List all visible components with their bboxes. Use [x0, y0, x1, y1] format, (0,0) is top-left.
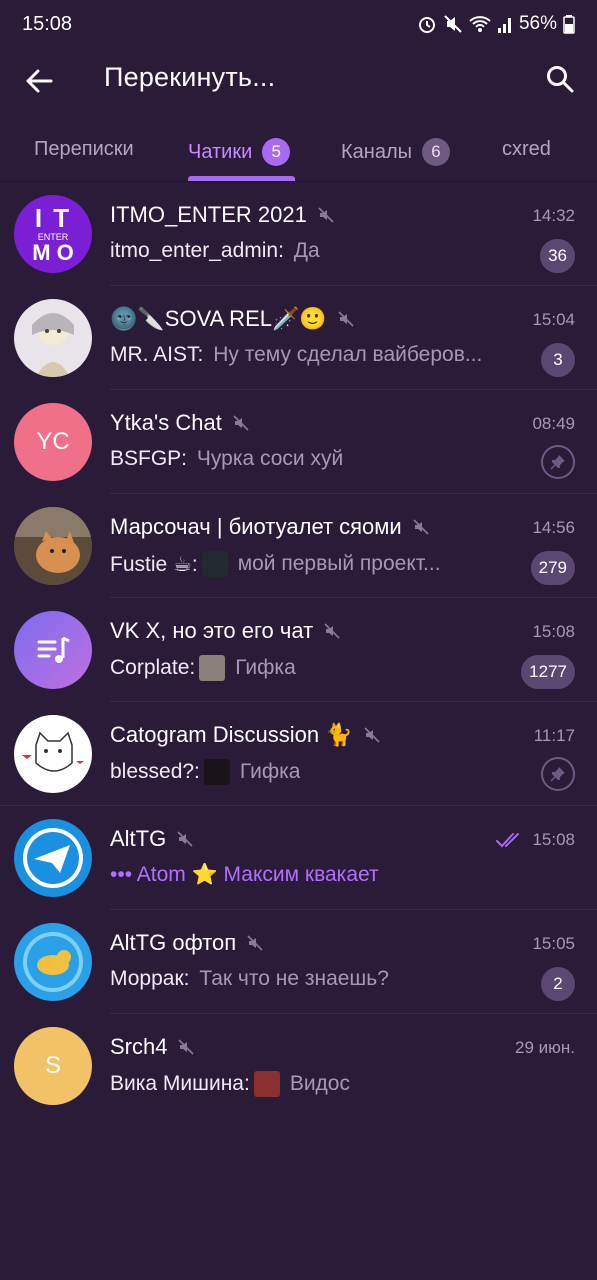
chat-row[interactable]: S Srch4 29 июн. Вика Мишина: Видос: [0, 1014, 597, 1118]
typing-status: ••• Atom ⭐ Максим квакает: [110, 863, 379, 886]
chat-row[interactable]: 🌚🔪SOVA REL🗡️🙂 15:04 MR. AIST: Ну тему сд…: [0, 286, 597, 390]
unread-badge: 2: [541, 967, 575, 1001]
chat-time: 15:08: [532, 622, 575, 641]
avatar: [14, 923, 92, 1001]
tab-groups[interactable]: Чатики 5: [188, 138, 291, 166]
music-note-icon: [37, 636, 70, 663]
unread-badge: 36: [540, 239, 575, 273]
chat-row[interactable]: AltTG офтоп 15:05 Моррак: Так что не зна…: [0, 910, 597, 1014]
muted-icon: [364, 727, 380, 743]
chat-name: Марсочач | биотуалет сяоми: [110, 514, 430, 540]
chat-last-message: Вика Мишина: Видос: [110, 1071, 350, 1097]
muted-icon: [178, 1039, 195, 1055]
avatar: I T ENTER M O: [14, 195, 92, 273]
chat-name: Catogram Discussion 🐈: [110, 722, 381, 748]
tab-label: cxred: [502, 138, 551, 160]
unread-badge: 3: [541, 343, 575, 377]
unread-badge: 1277: [521, 655, 575, 689]
status-bar: 15:08 56%: [0, 0, 597, 48]
media-thumbnail: [203, 759, 230, 785]
chat-time: 15:04: [532, 310, 575, 329]
muted-icon: [324, 623, 340, 639]
chat-last-message: Fustie ☕: мой первый проект...: [110, 551, 441, 577]
chat-row[interactable]: AltTG 15:08 ••• Atom ⭐ Максим квакает: [0, 806, 597, 910]
chat-last-message: blessed?: Гифка: [110, 759, 301, 785]
chat-name: 🌚🔪SOVA REL🗡️🙂: [110, 306, 355, 332]
muted-icon: [318, 207, 334, 223]
chat-time: 29 июн.: [515, 1038, 575, 1057]
media-thumbnail: [199, 655, 226, 681]
avatar: YC: [14, 403, 92, 481]
chat-row[interactable]: VK X, но это его чат 15:08 Corplate: Гиф…: [0, 598, 597, 702]
status-time: 15:08: [22, 12, 73, 35]
pin-icon: [541, 445, 575, 479]
chat-last-message: Corplate: Гифка: [110, 655, 296, 681]
chat-time: 15:08: [496, 830, 575, 850]
avatar: [14, 611, 92, 689]
media-thumbnail: [201, 551, 228, 577]
double-check-icon: [496, 833, 520, 848]
chat-name: AltTG офтоп: [110, 930, 264, 956]
avatar: [14, 819, 92, 897]
muted-icon: [338, 311, 354, 327]
chat-row[interactable]: Марсочач | биотуалет сяоми 14:56 Fustie …: [0, 494, 597, 598]
tab-count-badge: 5: [262, 138, 291, 166]
signal-icon: [497, 18, 511, 33]
folder-tabs: Переписки Чатики 5 Каналы 6 cxred: [0, 122, 597, 180]
chat-row[interactable]: Catogram Discussion 🐈 11:17 blessed?: Ги…: [0, 702, 597, 806]
chat-time: 14:32: [532, 206, 575, 225]
avatar: [14, 507, 92, 585]
avatar: [14, 715, 92, 793]
chat-name: Srch4: [110, 1034, 195, 1060]
chat-last-message: ••• Atom ⭐ Максим квакает: [110, 863, 379, 887]
tab-chats[interactable]: Переписки: [34, 138, 134, 161]
tab-label: Чатики: [188, 140, 253, 163]
tab-label: Каналы: [341, 140, 412, 163]
back-arrow-icon[interactable]: [24, 66, 54, 96]
chat-time: 11:17: [533, 726, 575, 745]
app-bar: Перекинуть...: [0, 48, 597, 112]
mute-icon: [444, 15, 462, 33]
tab-channels[interactable]: Каналы 6: [341, 138, 450, 166]
chat-list: I T ENTER M O ITMO_ENTER 2021 14:32 itmo…: [0, 182, 597, 1118]
avatar: S: [14, 1027, 92, 1105]
alarm-icon: [418, 17, 435, 33]
tab-cxred[interactable]: cxred: [502, 138, 551, 161]
chat-time: 14:56: [532, 518, 575, 537]
chat-time: 15:05: [532, 934, 575, 953]
chat-row[interactable]: I T ENTER M O ITMO_ENTER 2021 14:32 itmo…: [0, 182, 597, 286]
tab-label: Переписки: [34, 138, 134, 160]
tab-count-badge: 6: [422, 138, 450, 166]
muted-icon: [233, 415, 249, 431]
chat-row[interactable]: YC Ytka's Chat 08:49 BSFGP: Чурка соси х…: [0, 390, 597, 494]
page-title: Перекинуть...: [104, 62, 276, 92]
pin-icon: [541, 757, 575, 791]
chat-last-message: itmo_enter_admin: Да: [110, 239, 320, 262]
unread-badge: 279: [530, 551, 575, 585]
battery-percent: 56%: [518, 13, 557, 34]
chat-name: Ytka's Chat: [110, 410, 250, 436]
avatar: [14, 299, 92, 377]
chat-time: 08:49: [532, 414, 575, 433]
muted-icon: [177, 831, 193, 847]
chat-name: VK X, но это его чат: [110, 618, 341, 644]
wifi-icon: [469, 16, 491, 32]
muted-icon: [413, 519, 429, 535]
chat-name: ITMO_ENTER 2021: [110, 202, 335, 228]
chat-last-message: Моррак: Так что не знаешь?: [110, 967, 389, 990]
video-thumbnail: [253, 1071, 280, 1097]
status-icons: 56%: [417, 13, 575, 35]
chat-name: AltTG: [110, 826, 194, 852]
search-icon[interactable]: [545, 64, 575, 94]
chat-last-message: BSFGP: Чурка соси хуй: [110, 447, 344, 470]
battery-icon: [563, 15, 575, 34]
chat-last-message: MR. AIST: Ну тему сделал вайберов...: [110, 343, 483, 366]
muted-icon: [247, 935, 263, 951]
